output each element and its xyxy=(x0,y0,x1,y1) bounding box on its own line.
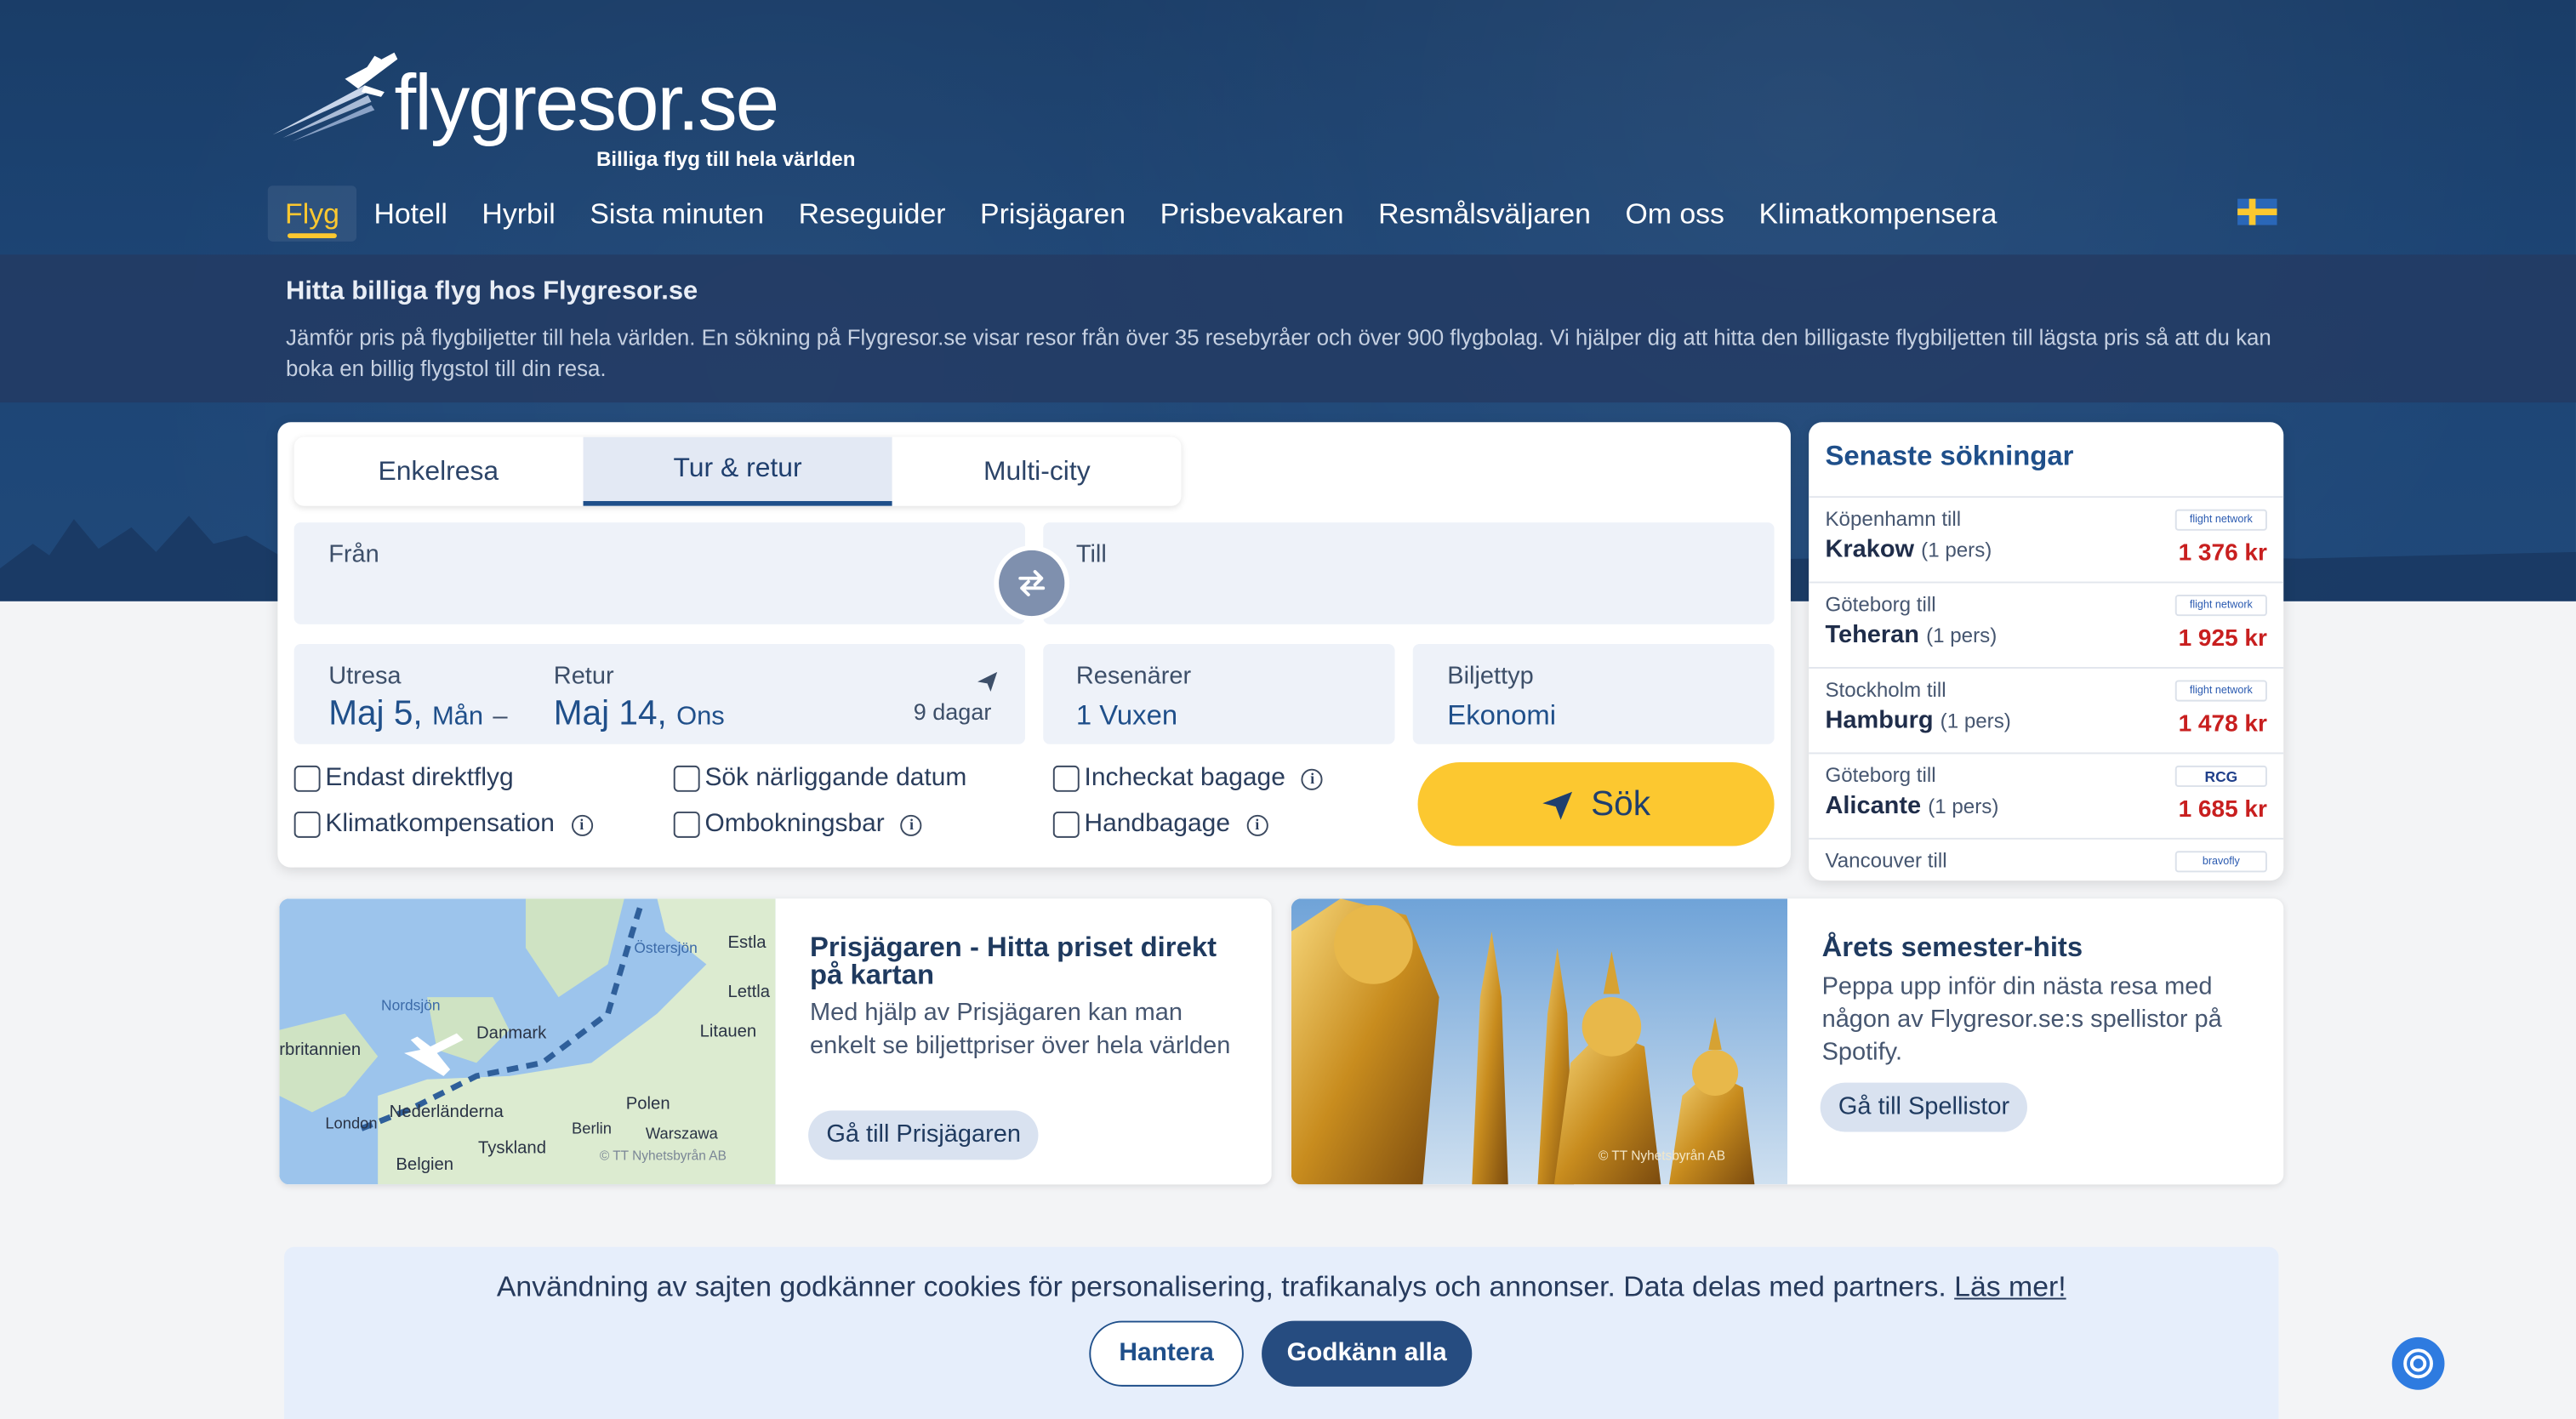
climate-compensation-checkbox[interactable]: Klimatkompensation i xyxy=(294,810,593,840)
nav-item-om-oss[interactable]: Om oss xyxy=(1608,185,1741,242)
cookie-banner: Användning av sajten godkänner cookies f… xyxy=(284,1246,2279,1419)
tab-tur-retur[interactable]: Tur & retur xyxy=(582,436,893,506)
image-credit: © TT Nyhetsbyrån AB xyxy=(1598,1148,1726,1164)
card-text: Peppa upp inför din nästa resa med någon… xyxy=(1821,972,2222,1067)
nav-item-prisjagaren[interactable]: Prisjägaren xyxy=(963,185,1143,242)
search-panel: Enkelresa Tur & retur Multi-city Från Ti… xyxy=(277,422,1791,868)
nav-item-flyg[interactable]: Flyg xyxy=(267,185,357,242)
plane-icon xyxy=(1543,790,1573,819)
date-field[interactable]: Utresa Maj 5, Mån – Retur Maj 14, Ons 9 … xyxy=(294,643,1026,744)
buddha-statues-image: © TT Nyhetsbyrån AB xyxy=(1291,898,1788,1185)
swap-button[interactable] xyxy=(999,550,1065,617)
swap-arrows-icon xyxy=(1018,570,1046,596)
agency-logo: RCG xyxy=(2174,765,2267,787)
agency-logo: bravofly xyxy=(2174,851,2267,873)
golden-statues-photo xyxy=(1291,898,1788,1185)
ticket-type-field[interactable]: Biljettyp Ekonomi xyxy=(1412,643,1775,744)
trip-type-tabs: Enkelresa Tur & retur Multi-city xyxy=(294,436,1182,506)
nav-item-reseguider[interactable]: Reseguider xyxy=(781,185,962,242)
recent-search-row[interactable]: Vancouver till bravofly xyxy=(1809,837,2284,880)
price: 1 478 kr xyxy=(2178,711,2267,738)
semester-hits-card[interactable]: © TT Nyhetsbyrån AB Årets semester-hits … xyxy=(1291,898,2284,1185)
return-date: Maj 14, Ons xyxy=(553,694,725,733)
outbound-date: Maj 5, Mån – xyxy=(328,694,508,733)
from-label: Från xyxy=(328,540,379,569)
price: 1 925 kr xyxy=(2178,625,2267,653)
travelers-value: 1 Vuxen xyxy=(1075,699,1178,732)
support-chat-button[interactable] xyxy=(2391,1336,2445,1390)
card-title: Prisjägaren - Hitta priset direkt på kar… xyxy=(810,931,1217,991)
recent-searches: Senaste sökningar Köpenhamn till Krakow … xyxy=(1809,422,2284,881)
nav-item-resmalsvaljaren[interactable]: Resmålsväljaren xyxy=(1361,185,1608,242)
hand-baggage-checkbox[interactable]: Handbagage i xyxy=(1052,810,1268,840)
info-icon[interactable]: i xyxy=(571,813,593,835)
ticket-type-label: Biljettyp xyxy=(1447,662,1534,691)
travelers-field[interactable]: Resenärer 1 Vuxen xyxy=(1043,643,1395,744)
rebookable-checkbox[interactable]: Ombokningsbar i xyxy=(673,810,923,840)
to-label: Till xyxy=(1075,540,1107,569)
map-image: Östersjön Estla Lettla Nordsjön rbritann… xyxy=(279,898,776,1185)
price: 1 376 kr xyxy=(2178,540,2267,567)
cookie-text: Användning av sajten godkänner cookies f… xyxy=(496,1269,1946,1303)
trip-duration: 9 dagar xyxy=(913,698,992,725)
nav-item-prisbevakaren[interactable]: Prisbevakaren xyxy=(1143,185,1361,242)
recent-search-row[interactable]: Stockholm till Hamburg (1 pers) flight n… xyxy=(1809,667,2284,752)
agency-logo: flight network xyxy=(2174,509,2267,531)
card-title: Årets semester-hits xyxy=(1821,931,2083,963)
prisjagaren-card[interactable]: Östersjön Estla Lettla Nordsjön rbritann… xyxy=(279,898,1272,1185)
search-button[interactable]: Sök xyxy=(1417,762,1775,846)
nav-item-sista-minuten[interactable]: Sista minuten xyxy=(573,185,781,242)
logo[interactable]: flygresor.se Billiga flyg till hela värl… xyxy=(266,46,858,177)
plane-icon xyxy=(977,671,998,692)
checked-baggage-checkbox[interactable]: Incheckat bagage i xyxy=(1052,764,1324,794)
info-icon[interactable]: i xyxy=(1302,767,1324,789)
price: 1 685 kr xyxy=(2178,796,2267,823)
plane-logo-icon xyxy=(272,52,398,142)
logo-wordmark: flygresor.se xyxy=(394,60,779,148)
recent-search-row[interactable]: Göteborg till Teheran (1 pers) flight ne… xyxy=(1809,581,2284,667)
nearby-dates-checkbox[interactable]: Sök närliggande datum xyxy=(673,764,966,794)
recent-search-row[interactable]: Köpenhamn till Krakow (1 pers) flight ne… xyxy=(1809,496,2284,581)
card-text: Med hjälp av Prisjägaren kan man enkelt … xyxy=(810,999,1231,1060)
to-field[interactable]: Till xyxy=(1043,522,1775,624)
intro-banner: Hitta billiga flyg hos Flygresor.se Jämf… xyxy=(0,254,2576,403)
agency-logo: flight network xyxy=(2174,595,2267,617)
manage-cookies-button[interactable]: Hantera xyxy=(1089,1320,1244,1387)
from-field[interactable]: Från xyxy=(294,522,1026,624)
read-more-link[interactable]: Läs mer! xyxy=(1954,1270,2066,1303)
travelers-label: Resenärer xyxy=(1075,662,1192,691)
ticket-type-value: Ekonomi xyxy=(1447,699,1557,732)
info-icon[interactable]: i xyxy=(901,813,923,835)
tab-multi-city[interactable]: Multi-city xyxy=(892,437,1181,506)
info-icon[interactable]: i xyxy=(1246,813,1268,835)
nav-item-hotell[interactable]: Hotell xyxy=(356,185,464,242)
nav-item-hyrbil[interactable]: Hyrbil xyxy=(464,185,573,242)
go-to-spellistor-button[interactable]: Gå till Spellistor xyxy=(1820,1082,2028,1132)
sweden-flag-icon[interactable] xyxy=(2237,198,2277,225)
intro-text: Jämför pris på flygbiljetter till hela v… xyxy=(286,325,2271,382)
main-nav: Flyg Hotell Hyrbil Sista minuten Resegui… xyxy=(267,184,2015,243)
recent-search-row[interactable]: Göteborg till Alicante (1 pers) RCG 1 68… xyxy=(1809,752,2284,837)
accept-all-button[interactable]: Godkänn alla xyxy=(1262,1320,1473,1387)
page: flygresor.se Billiga flyg till hela värl… xyxy=(0,0,2576,1419)
go-to-prisjagaren-button[interactable]: Gå till Prisjägaren xyxy=(808,1110,1040,1160)
tab-enkelresa[interactable]: Enkelresa xyxy=(294,437,583,506)
recent-searches-title: Senaste sökningar xyxy=(1825,440,2074,472)
direct-flights-checkbox[interactable]: Endast direktflyg xyxy=(294,764,514,794)
return-label: Retur xyxy=(553,662,614,691)
image-credit: © TT Nyhetsbyrån AB xyxy=(599,1148,727,1164)
logo-tagline: Billiga flyg till hela världen xyxy=(596,147,856,171)
support-icon xyxy=(2403,1348,2433,1379)
intro-title: Hitta billiga flyg hos Flygresor.se xyxy=(286,277,698,306)
outbound-label: Utresa xyxy=(328,662,402,691)
nav-item-klimatkompensera[interactable]: Klimatkompensera xyxy=(1741,185,2014,242)
agency-logo: flight network xyxy=(2174,680,2267,702)
